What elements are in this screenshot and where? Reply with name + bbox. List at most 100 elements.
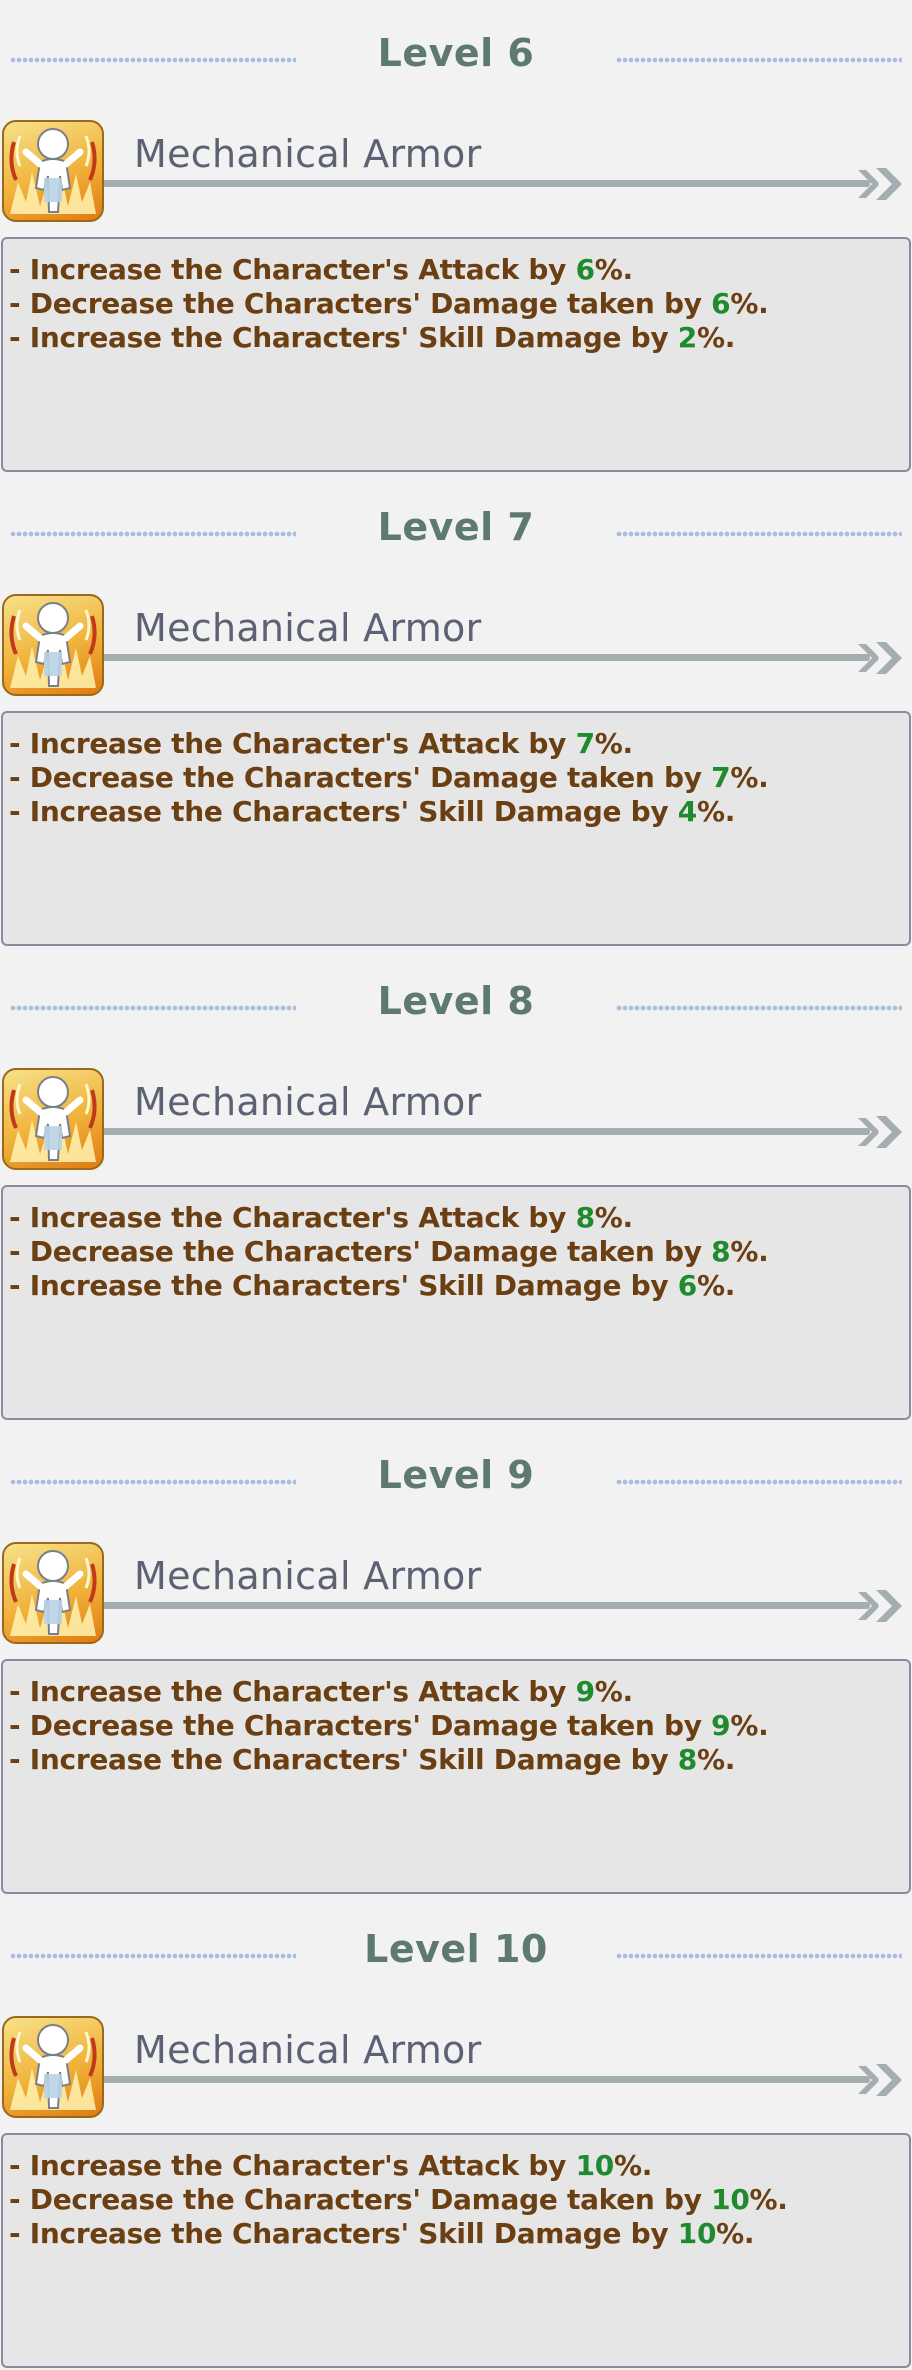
skill-description-box: - Increase the Character's Attack by 6%.…	[1, 237, 911, 472]
description-text: - Increase the Characters' Skill Damage …	[9, 1269, 678, 1302]
description-line: - Increase the Character's Attack by 8%.	[9, 1201, 909, 1235]
level-section-1: Level 6 Mechanical Armor - Increase the …	[0, 0, 912, 474]
percent-suffix: %.	[696, 321, 736, 354]
description-line: - Decrease the Characters' Damage taken …	[9, 1709, 909, 1743]
description-text: - Increase the Characters' Skill Damage …	[9, 321, 678, 354]
level-header: Level 9	[0, 1450, 912, 1500]
dotted-divider-right	[616, 1005, 902, 1011]
description-line: - Decrease the Characters' Damage taken …	[9, 2183, 909, 2217]
percent-suffix: %.	[749, 2183, 788, 2216]
description-line: - Increase the Character's Attack by 7%.	[9, 727, 909, 761]
percent-suffix: %.	[730, 761, 769, 794]
skill-name: Mechanical Armor	[134, 1554, 482, 1598]
description-text: - Decrease the Characters' Damage taken …	[9, 761, 712, 794]
mechanical-armor-skill-icon	[2, 1542, 104, 1644]
skill-underline	[100, 654, 870, 661]
description-line: - Increase the Character's Attack by 10%…	[9, 2149, 909, 2183]
bonus-value: 10	[575, 2149, 615, 2182]
dotted-divider-right	[616, 531, 902, 537]
bonus-value: 9	[575, 1675, 595, 1708]
bonus-value: 8	[575, 1201, 595, 1234]
dotted-divider-left	[10, 1479, 296, 1485]
double-chevron-right-icon	[856, 636, 912, 680]
skill-name: Mechanical Armor	[134, 132, 482, 176]
bonus-value: 9	[711, 1709, 731, 1742]
percent-suffix: %.	[716, 2217, 755, 2250]
description-line: - Increase the Characters' Skill Damage …	[9, 795, 909, 829]
skill-underline	[100, 2076, 870, 2083]
skill-description-box: - Increase the Character's Attack by 9%.…	[1, 1659, 911, 1894]
description-line: - Decrease the Characters' Damage taken …	[9, 1235, 909, 1269]
percent-suffix: %.	[696, 795, 736, 828]
description-line: - Increase the Characters' Skill Damage …	[9, 321, 909, 355]
double-chevron-right-icon	[856, 162, 912, 206]
percent-suffix: %.	[594, 1201, 633, 1234]
level-title: Level 7	[377, 505, 535, 549]
description-line: - Increase the Characters' Skill Damage …	[9, 1743, 909, 1777]
dotted-divider-right	[616, 1479, 902, 1485]
description-text: - Increase the Characters' Skill Damage …	[9, 1743, 678, 1776]
level-section-2: Level 7 Mechanical Armor - Increase the …	[0, 474, 912, 948]
skill-description-box: - Increase the Character's Attack by 7%.…	[1, 711, 911, 946]
percent-suffix: %.	[594, 727, 633, 760]
mechanical-armor-skill-icon	[2, 120, 104, 222]
double-chevron-right-icon	[856, 1110, 912, 1154]
description-text: - Decrease the Characters' Damage taken …	[9, 287, 712, 320]
dotted-divider-left	[10, 531, 296, 537]
skill-underline	[100, 180, 870, 187]
bonus-value: 2	[677, 321, 697, 354]
level-header: Level 7	[0, 502, 912, 552]
skill-name: Mechanical Armor	[134, 1080, 482, 1124]
bonus-value: 6	[575, 253, 595, 286]
mechanical-armor-skill-icon	[2, 594, 104, 696]
percent-suffix: %.	[730, 1235, 769, 1268]
mechanical-armor-skill-icon	[2, 1068, 104, 1170]
level-title: Level 9	[377, 1453, 535, 1497]
description-text: - Increase the Character's Attack by	[9, 727, 576, 760]
description-line: - Increase the Characters' Skill Damage …	[9, 1269, 909, 1303]
skill-description-box: - Increase the Character's Attack by 10%…	[1, 2133, 911, 2368]
level-header: Level 8	[0, 976, 912, 1026]
level-section-4: Level 9 Mechanical Armor - Increase the …	[0, 1422, 912, 1896]
description-text: - Increase the Characters' Skill Damage …	[9, 2217, 678, 2250]
percent-suffix: %.	[594, 1675, 633, 1708]
bonus-value: 10	[677, 2217, 717, 2250]
description-line: - Increase the Character's Attack by 6%.	[9, 253, 909, 287]
bonus-value: 6	[711, 287, 731, 320]
bonus-value: 7	[711, 761, 731, 794]
description-text: - Increase the Character's Attack by	[9, 1675, 576, 1708]
level-header: Level 6	[0, 28, 912, 78]
mechanical-armor-skill-icon	[2, 2016, 104, 2118]
description-line: - Decrease the Characters' Damage taken …	[9, 761, 909, 795]
description-text: - Increase the Characters' Skill Damage …	[9, 795, 678, 828]
percent-suffix: %.	[696, 1269, 736, 1302]
bonus-value: 8	[711, 1235, 731, 1268]
skill-row: Mechanical Armor	[0, 1066, 912, 1174]
description-text: - Decrease the Characters' Damage taken …	[9, 1235, 712, 1268]
percent-suffix: %.	[696, 1743, 736, 1776]
level-title: Level 6	[377, 31, 535, 75]
level-title: Level 10	[364, 1927, 548, 1971]
dotted-divider-left	[10, 57, 296, 63]
percent-suffix: %.	[730, 287, 769, 320]
bonus-value: 10	[711, 2183, 750, 2216]
level-header: Level 10	[0, 1924, 912, 1974]
description-text: - Decrease the Characters' Damage taken …	[9, 2183, 712, 2216]
percent-suffix: %.	[594, 253, 633, 286]
level-title: Level 8	[377, 979, 535, 1023]
skill-name: Mechanical Armor	[134, 606, 482, 650]
skill-underline	[100, 1128, 870, 1135]
bonus-value: 7	[575, 727, 595, 760]
percent-suffix: %.	[613, 2149, 653, 2182]
description-text: - Increase the Character's Attack by	[9, 1201, 576, 1234]
dotted-divider-left	[10, 1005, 296, 1011]
bonus-value: 8	[677, 1743, 697, 1776]
skill-row: Mechanical Armor	[0, 592, 912, 700]
description-text: - Increase the Character's Attack by	[9, 2149, 576, 2182]
dotted-divider-right	[616, 57, 902, 63]
description-line: - Decrease the Characters' Damage taken …	[9, 287, 909, 321]
skill-row: Mechanical Armor	[0, 2014, 912, 2122]
skill-underline	[100, 1602, 870, 1609]
level-section-5: Level 10 Mechanical Armor - Increase the…	[0, 1896, 912, 2370]
description-line: - Increase the Character's Attack by 9%.	[9, 1675, 909, 1709]
